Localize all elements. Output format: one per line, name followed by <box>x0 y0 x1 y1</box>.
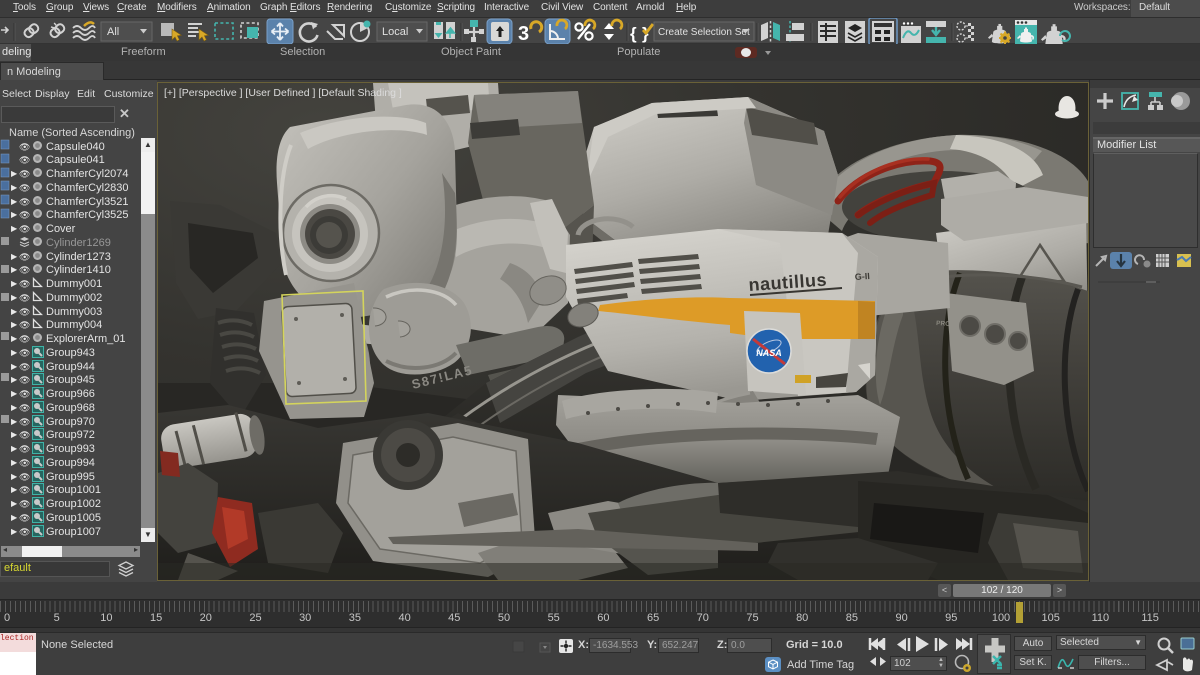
svg-text:Create Selection Set: Create Selection Set <box>658 27 750 38</box>
svg-text:Modifier List: Modifier List <box>1097 139 1156 151</box>
svg-text:{: { <box>630 24 637 43</box>
svg-text:[+] [Perspective ] [User Defi: [+] [Perspective ] [User Defined ] [Defa… <box>164 87 402 99</box>
svg-text:All: All <box>107 26 119 38</box>
svg-text:NASA: NASA <box>756 348 782 358</box>
svg-text:Local: Local <box>382 26 408 38</box>
svg-text:3: 3 <box>518 23 529 45</box>
svg-text:G-II: G-II <box>854 271 870 282</box>
